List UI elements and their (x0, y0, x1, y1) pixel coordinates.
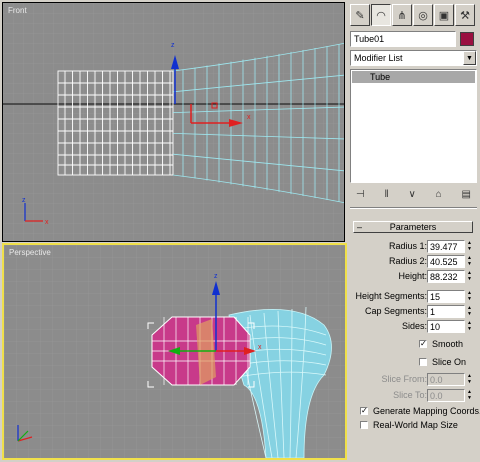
smooth-label: Smooth (432, 339, 464, 349)
radius2-field[interactable]: 40.525 (427, 255, 465, 268)
collapse-icon: – (357, 222, 363, 232)
sides-field[interactable]: 10 (427, 320, 465, 333)
smooth-checkbox[interactable]: ✓ (419, 340, 427, 348)
slice-to-row: Slice To: 0.0 ▲ ▼ (353, 389, 473, 403)
radius2-row: Radius 2: 40.525 ▲ ▼ (353, 255, 473, 269)
tripod-z-label: z (22, 197, 26, 204)
parameters-title: Parameters (389, 222, 437, 232)
radius2-label: Radius 2: (388, 256, 427, 266)
cap-segments-field[interactable]: 1 (427, 305, 465, 318)
slice-on-checkbox[interactable] (419, 358, 427, 366)
object-name-field[interactable]: Tube01 (350, 31, 456, 47)
modifier-stack[interactable]: Tube (350, 69, 477, 183)
slice-from-field[interactable]: 0.0 (427, 373, 465, 386)
stack-item-tube[interactable]: Tube (352, 71, 475, 83)
radius2-spinner[interactable]: ▲ ▼ (466, 255, 473, 268)
real-world-map-label: Real-World Map Size (373, 420, 458, 430)
remove-modifier-icon[interactable]: ⌂ (436, 189, 442, 200)
make-unique-icon[interactable]: ∨ (409, 189, 416, 200)
tripod-x-label: x (45, 219, 49, 226)
height-spinner[interactable]: ▲ ▼ (466, 270, 473, 283)
height-segments-field[interactable]: 15 (427, 290, 465, 303)
object-color-swatch[interactable] (460, 32, 474, 46)
height-row: Height: 88.232 ▲ ▼ (353, 270, 473, 284)
real-world-map-checkbox[interactable] (360, 421, 368, 429)
modifier-list-dropdown[interactable]: Modifier List ▼ (350, 50, 477, 66)
slice-to-label: Slice To: (393, 390, 427, 400)
persp-gizmo-z-label: z (214, 273, 218, 280)
generate-mapping-label: Generate Mapping Coords. (373, 406, 480, 416)
slice-on-label: Slice On (432, 357, 467, 367)
slice-from-row: Slice From: 0.0 ▲ ▼ (353, 373, 473, 387)
perspective-viewport[interactable]: z x Perspective (2, 243, 347, 460)
pin-stack-icon[interactable]: ⊣ (356, 189, 365, 200)
cap-segments-spinner[interactable]: ▲ ▼ (466, 305, 473, 318)
gizmo-x-label: x (247, 114, 251, 121)
parameters-rollout-header[interactable]: – Parameters (353, 221, 473, 233)
radius1-field[interactable]: 39.477 (427, 240, 465, 253)
gizmo-z-label: z (171, 42, 175, 49)
hierarchy-icon[interactable]: ⋔ (392, 4, 412, 26)
height-segments-label: Height Segments: (355, 291, 427, 301)
modifier-list-label: Modifier List (354, 53, 403, 63)
slice-from-spinner[interactable]: ▲ ▼ (466, 373, 473, 386)
height-label: Height: (398, 271, 427, 281)
command-panel: ✎ ◠ ⋔ ◎ ▣ ⚒ Tube01 Modifier List ▼ Tube … (347, 0, 480, 462)
front-viewport-label[interactable]: Front (8, 6, 27, 15)
generate-mapping-checkbox[interactable]: ✓ (360, 407, 368, 415)
panel-divider (350, 207, 477, 209)
height-segments-spinner[interactable]: ▲ ▼ (466, 290, 473, 303)
chevron-down-icon[interactable]: ▼ (463, 51, 476, 65)
perspective-viewport-label[interactable]: Perspective (9, 248, 51, 257)
configure-sets-icon[interactable]: ▤ (462, 189, 471, 200)
front-scene: z x z x (3, 3, 344, 241)
front-viewport[interactable]: z x z x Front (2, 2, 345, 242)
stack-toolbar: ⊣ ‖ ∨ ⌂ ▤ (350, 186, 477, 202)
modify-icon[interactable]: ◠ (371, 4, 391, 26)
display-icon[interactable]: ▣ (434, 4, 454, 26)
slice-to-spinner[interactable]: ▲ ▼ (466, 389, 473, 402)
cap-segments-label: Cap Segments: (364, 306, 427, 316)
command-panel-tabs: ✎ ◠ ⋔ ◎ ▣ ⚒ (350, 4, 478, 26)
slice-from-label: Slice From: (381, 374, 427, 384)
slice-to-field[interactable]: 0.0 (427, 389, 465, 402)
sides-label: Sides: (401, 321, 427, 331)
height-segments-row: Height Segments: 15 ▲ ▼ (353, 290, 473, 304)
cap-segments-row: Cap Segments: 1 ▲ ▼ (353, 305, 473, 319)
radius1-row: Radius 1: 39.477 ▲ ▼ (353, 240, 473, 254)
radius1-label: Radius 1: (388, 241, 427, 251)
radius1-spinner[interactable]: ▲ ▼ (466, 240, 473, 253)
sides-spinner[interactable]: ▲ ▼ (466, 320, 473, 333)
utilities-icon[interactable]: ⚒ (455, 4, 475, 26)
height-field[interactable]: 88.232 (427, 270, 465, 283)
motion-icon[interactable]: ◎ (413, 4, 433, 26)
sides-row: Sides: 10 ▲ ▼ (353, 320, 473, 334)
perspective-scene: z x (4, 245, 345, 458)
object-name-row: Tube01 (350, 31, 477, 47)
persp-gizmo-x-label: x (258, 344, 262, 351)
create-icon[interactable]: ✎ (350, 4, 370, 26)
show-end-result-icon[interactable]: ‖ (385, 189, 389, 200)
